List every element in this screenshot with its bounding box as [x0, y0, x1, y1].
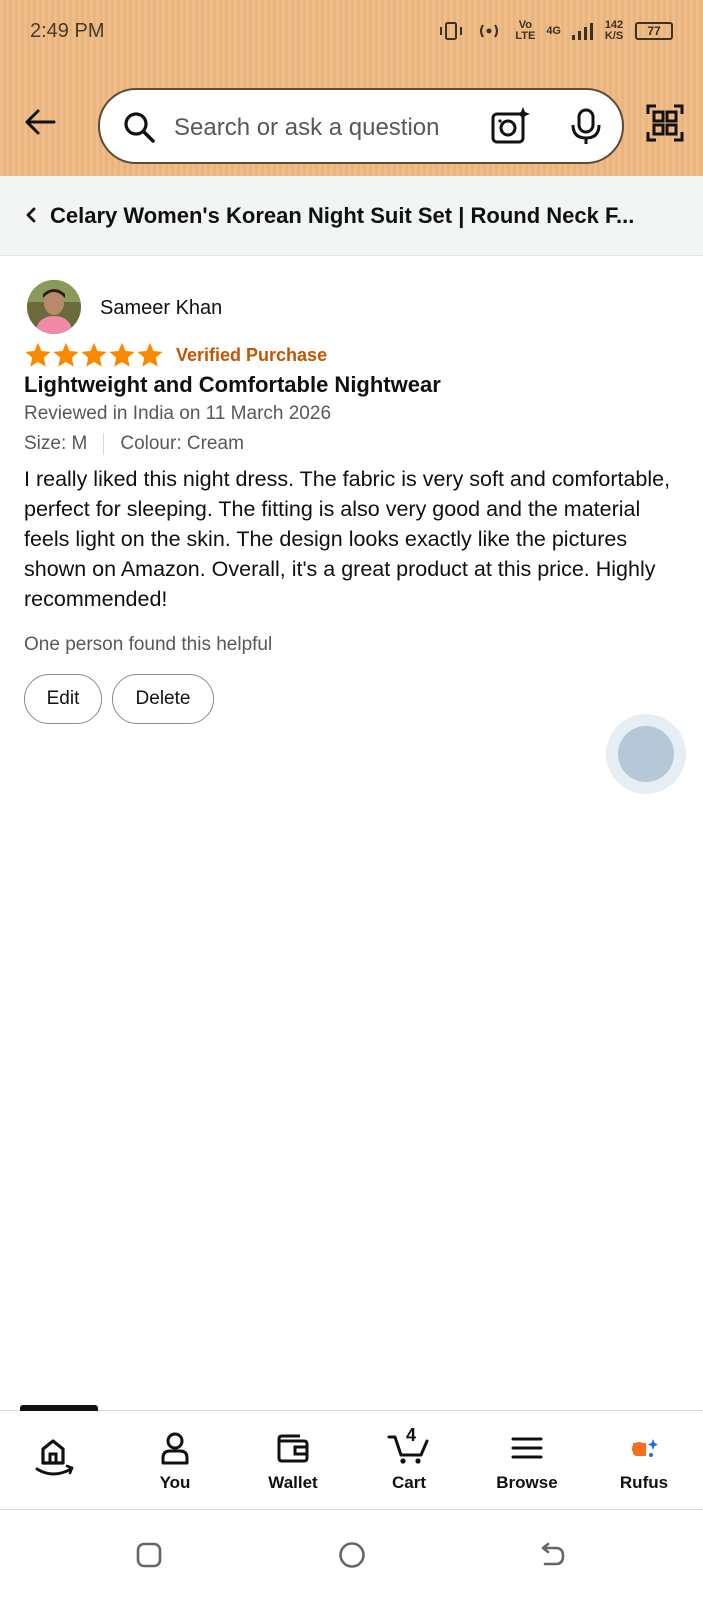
floating-assistant-button[interactable]	[606, 714, 686, 794]
signal-icon	[572, 23, 593, 40]
variant-info: Size: M Colour: Cream	[24, 433, 244, 455]
star-icon	[137, 342, 163, 367]
nav-label-you: You	[159, 1473, 191, 1492]
review-body: I really liked this night dress. The fab…	[24, 467, 671, 611]
reviewer-name: Sameer Khan	[100, 297, 223, 319]
hamburger-menu-icon	[511, 1437, 543, 1459]
review-title: Lightweight and Comfortable Nightwear	[24, 372, 441, 397]
star-icon	[25, 342, 51, 367]
network-indicator: 4G	[546, 24, 561, 37]
search-input[interactable]: Search or ask a question	[174, 114, 440, 142]
volte-indicator: Vo LTE	[515, 19, 536, 42]
nav-label-wallet: Wallet	[268, 1473, 318, 1492]
hotspot-icon	[480, 24, 499, 38]
system-nav-bar	[0, 1510, 703, 1600]
star-icon	[109, 342, 135, 367]
star-rating	[24, 341, 164, 369]
chevron-left-icon	[26, 207, 36, 223]
helpful-count: One person found this helpful	[24, 634, 273, 655]
status-bar: 2:49 PM Vo LTE 4G 142 K/S 77	[0, 0, 703, 64]
status-time: 2:49 PM	[30, 20, 105, 42]
nav-rufus[interactable]: Rufus	[594, 1431, 694, 1493]
home-icon	[35, 1439, 74, 1476]
network-speed: 142 K/S	[604, 19, 624, 42]
active-tab-indicator	[20, 1405, 98, 1411]
back-icon[interactable]	[538, 1540, 568, 1570]
nav-label-rufus: Rufus	[619, 1473, 669, 1492]
verified-purchase-badge: Verified Purchase	[176, 345, 328, 365]
search-icon	[124, 112, 155, 143]
user-icon	[161, 1432, 189, 1465]
variant-colour: Colour: Cream	[120, 433, 244, 454]
divider	[103, 433, 105, 455]
nav-label-browse: Browse	[496, 1473, 558, 1492]
battery-icon: 77	[635, 22, 673, 40]
delete-button[interactable]: Delete	[112, 674, 214, 724]
cart-count-badge: 4	[406, 1425, 417, 1445]
search-bar[interactable]: Search or ask a question	[98, 88, 624, 164]
back-arrow-icon[interactable]	[22, 104, 58, 140]
nav-cart[interactable]: 4 Cart	[359, 1425, 459, 1493]
star-icon	[53, 342, 79, 367]
rufus-icon	[632, 1439, 658, 1457]
floating-assistant-dot	[618, 726, 674, 782]
microphone-icon[interactable]	[568, 108, 604, 146]
nav-you[interactable]: You	[125, 1431, 225, 1493]
edit-button[interactable]: Edit	[24, 674, 102, 724]
nav-label-cart: Cart	[391, 1473, 426, 1492]
recent-apps-icon[interactable]	[134, 1540, 164, 1570]
qr-scan-icon[interactable]	[646, 104, 684, 142]
wallet-icon	[277, 1434, 309, 1463]
nav-browse[interactable]: Browse	[477, 1431, 577, 1493]
status-icons: Vo LTE 4G 142 K/S 77	[438, 20, 673, 42]
review-date: Reviewed in India on 11 March 2026	[24, 403, 332, 424]
product-title-link[interactable]: Celary Women's Korean Night Suit Set | R…	[50, 203, 690, 229]
bottom-nav: You Wallet 4 Cart Browse Rufus	[0, 1405, 703, 1510]
breadcrumb[interactable]: Celary Women's Korean Night Suit Set | R…	[0, 176, 703, 256]
variant-size: Size: M	[24, 433, 88, 454]
vibrate-icon	[440, 22, 463, 40]
avatar	[27, 280, 81, 334]
camera-lens-icon[interactable]	[490, 106, 530, 146]
star-icon	[81, 342, 107, 367]
nav-wallet[interactable]: Wallet	[243, 1431, 343, 1493]
nav-home[interactable]	[7, 1431, 107, 1479]
home-circle-icon[interactable]	[337, 1540, 367, 1570]
